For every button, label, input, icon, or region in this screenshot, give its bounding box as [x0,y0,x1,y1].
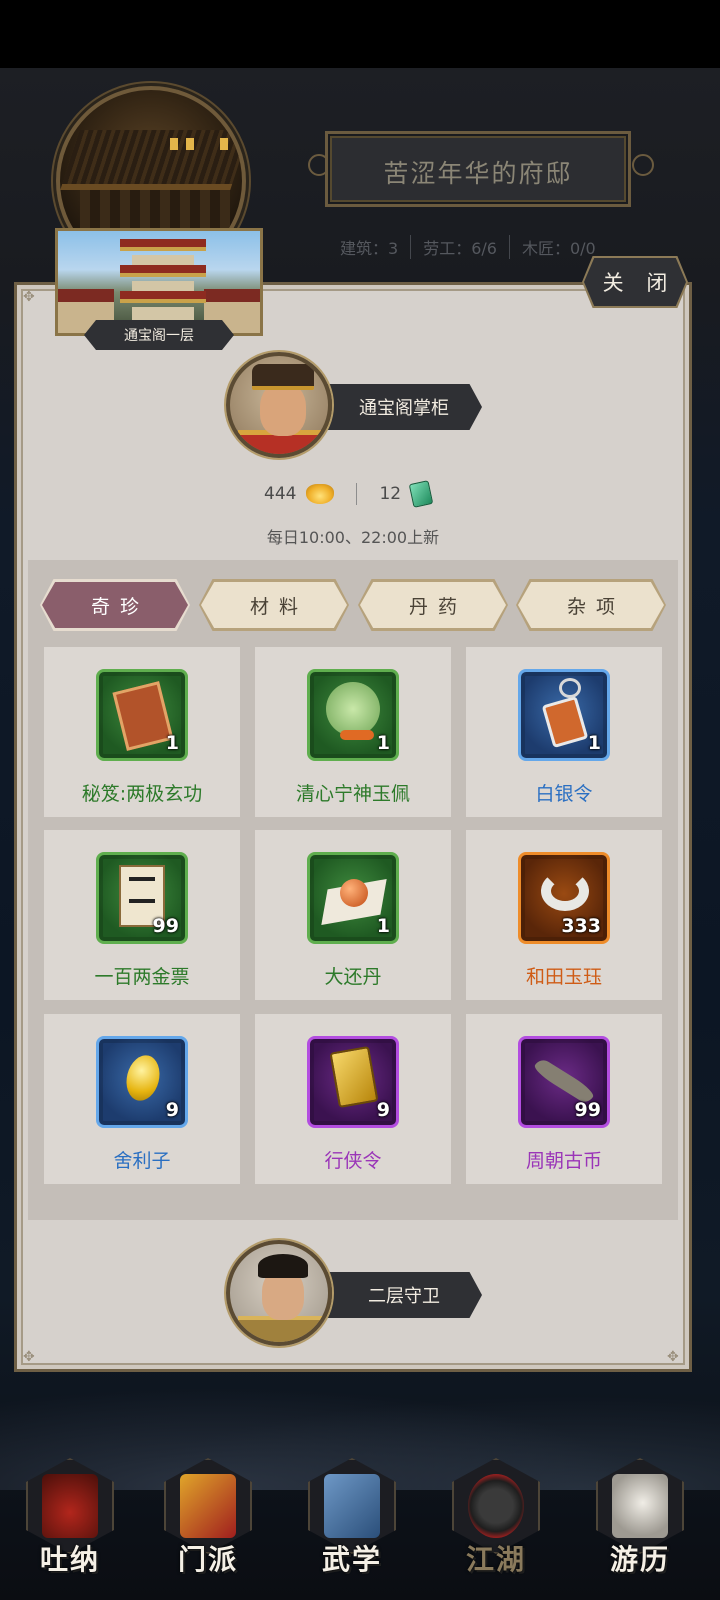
nav-label: 游历 [609,1543,670,1576]
item-qty: 333 [561,915,601,937]
nav-sect[interactable]: 门派 [158,1458,258,1578]
martial-book-icon [324,1474,380,1538]
item-qty: 9 [376,1099,390,1121]
tab-materials[interactable]: 材料 [201,582,347,628]
item-qty: 1 [376,915,390,937]
straw-hat-icon [468,1474,524,1538]
residence-title: 苦涩年华的府邸 [383,159,573,188]
ornament-right [632,154,654,176]
ancient-coin-icon: 99 [518,1036,610,1128]
item-card[interactable]: 9 舍利子 [44,1014,240,1184]
corner-ornament: ✥ [667,1349,679,1365]
item-card[interactable]: 1 秘笈:两极玄功 [44,647,240,817]
item-qty: 1 [587,732,601,754]
item-name: 清心宁神玉佩 [295,783,410,805]
item-card[interactable]: 333 和田玉珏 [466,830,662,1000]
close-button[interactable]: 关 闭 [584,258,686,306]
item-name: 舍利子 [113,1150,171,1172]
pagoda-image [120,239,206,331]
item-name: 秘笈:两极玄功 [81,783,203,805]
nav-label: 吐纳 [39,1543,100,1576]
guard-label: 二层守卫 [326,1272,482,1318]
stat-laborers: 劳工：6/6 [410,235,509,259]
silver-token-icon: 1 [518,669,610,761]
item-qty: 9 [165,1099,179,1121]
status-bar [0,0,720,68]
nav-jianghu[interactable]: 江湖 [446,1458,546,1578]
tab-pills[interactable]: 丹药 [360,582,506,628]
item-qty: 1 [376,732,390,754]
tab-rare[interactable]: 奇珍 [42,582,188,628]
meditation-icon [42,1474,98,1538]
jade-ring-icon: 333 [518,852,610,944]
tab-misc[interactable]: 杂项 [518,582,664,628]
corner-ornament: ✥ [23,1349,35,1365]
item-name: 白银令 [535,783,593,805]
item-name: 周朝古币 [525,1150,602,1172]
stat-buildings: 建筑：3 [340,239,399,258]
floor-label: 通宝阁一层 [84,320,234,350]
jade-pendant-icon: 1 [307,669,399,761]
residence-title-plate: 苦涩年华的府邸 [325,131,631,207]
nav-travel[interactable]: 游历 [590,1458,690,1578]
pill-icon: 1 [307,852,399,944]
gold-ingot-icon [306,484,335,504]
gold-plaque-icon: 9 [307,1036,399,1128]
bottom-navigation: 吐纳 门派 武学 江湖 游历 [0,1440,720,1600]
sect-banner-icon [180,1474,236,1538]
item-qty: 99 [152,915,179,937]
nav-label: 江湖 [465,1543,526,1576]
jade-amount: 12 [379,484,402,504]
scroll-book-icon: 1 [96,669,188,761]
currency-row: 444 12 [264,480,434,508]
nav-martial-arts[interactable]: 武学 [302,1458,402,1578]
currency-separator [356,483,358,505]
gold-amount: 444 [264,484,297,504]
item-card[interactable]: 99 周朝古币 [466,1014,662,1184]
floor-thumbnail[interactable] [55,228,263,336]
item-card[interactable]: 1 清心宁神玉佩 [255,647,451,817]
horse-icon [612,1474,668,1538]
item-card[interactable]: 99 一百两金票 [44,830,240,1000]
nav-label: 门派 [177,1543,238,1576]
item-name: 大还丹 [324,966,382,988]
item-name: 一百两金票 [94,966,190,988]
item-card[interactable]: 1 白银令 [466,647,662,817]
item-name: 和田玉珏 [525,966,602,988]
item-qty: 99 [574,1099,601,1121]
item-qty: 1 [165,732,179,754]
refresh-schedule: 每日10:00、22:00上新 [266,528,440,547]
item-card[interactable]: 9 行侠令 [255,1014,451,1184]
nav-breathing[interactable]: 吐纳 [20,1458,120,1578]
relic-icon: 9 [96,1036,188,1128]
banknote-icon: 99 [96,852,188,944]
item-card[interactable]: 1 大还丹 [255,830,451,1000]
shopkeeper-avatar[interactable] [226,352,332,458]
residence-stats: 建筑：3 劳工：6/6 木匠：0/0 [340,235,608,259]
stat-carpenters: 木匠：0/0 [508,235,608,259]
item-name: 行侠令 [324,1150,382,1172]
jade-token-icon [408,480,434,508]
nav-label: 武学 [321,1543,382,1576]
shopkeeper-label: 通宝阁掌柜 [326,384,482,430]
corner-ornament: ✥ [23,289,35,305]
guard-avatar[interactable] [226,1240,332,1346]
